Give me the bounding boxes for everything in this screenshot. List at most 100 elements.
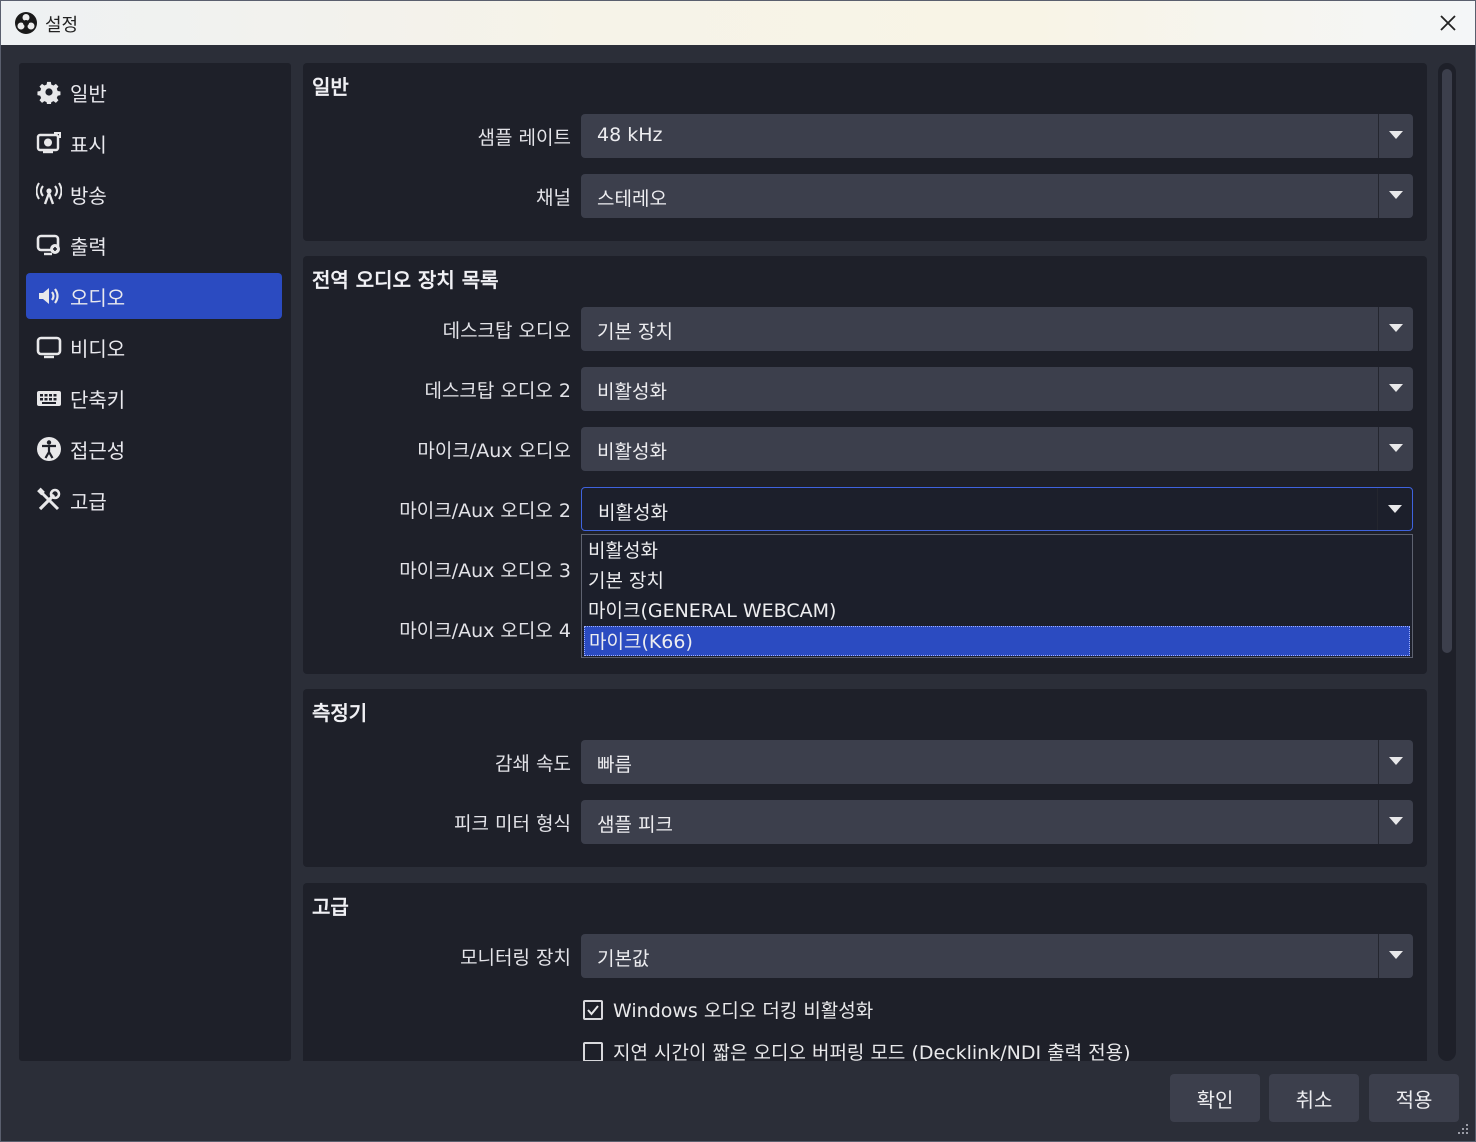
combo-separator xyxy=(1378,427,1379,471)
sample-rate-label: 샘플 레이트 xyxy=(477,127,571,149)
combo-value: 비활성화 xyxy=(598,502,668,524)
sidebar-item-stream[interactable]: 방송 xyxy=(26,171,282,217)
combo-value: 비활성화 xyxy=(597,441,667,463)
sidebar-item-audio[interactable]: 오디오 xyxy=(26,273,282,319)
group-title: 일반 xyxy=(312,75,349,99)
sidebar-item-label: 출력 xyxy=(70,234,107,259)
title-bar: 설정 xyxy=(1,1,1475,45)
combo-separator xyxy=(1378,740,1379,784)
checkbox-box[interactable] xyxy=(583,999,603,1020)
combo-separator xyxy=(1378,307,1379,351)
decay-rate-select[interactable]: 빠름 xyxy=(581,740,1413,784)
dropdown-option-selected[interactable]: 마이크(K66) xyxy=(584,626,1410,656)
sidebar-item-label: 오디오 xyxy=(70,285,126,310)
checkbox-label: Windows 오디오 더킹 비활성화 xyxy=(613,1000,874,1022)
dropdown-option[interactable]: 기본 장치 xyxy=(584,566,1410,596)
group-title: 측정기 xyxy=(312,701,368,725)
combo-value: 비활성화 xyxy=(597,381,667,403)
mic-aux-select[interactable]: 비활성화 xyxy=(581,427,1413,471)
sidebar-item-general[interactable]: 일반 xyxy=(26,69,282,115)
vertical-scrollbar[interactable] xyxy=(1438,63,1456,1061)
group-title: 고급 xyxy=(312,895,349,919)
checkmark-icon xyxy=(587,1004,599,1016)
checkbox-box[interactable] xyxy=(583,1041,603,1061)
peak-meter-label: 피크 미터 형식 xyxy=(454,813,571,835)
mic-aux-2-select[interactable]: 비활성화 xyxy=(581,487,1413,531)
desktop-audio-select[interactable]: 기본 장치 xyxy=(581,307,1413,351)
general-group: 일반 샘플 레이트 48 kHz 채널 스테레오 xyxy=(303,63,1427,241)
combo-value: 기본 장치 xyxy=(597,321,673,343)
desktop-audio-label: 데스크탑 오디오 xyxy=(442,320,571,342)
antenna-icon xyxy=(34,179,64,209)
combo-value: 빠름 xyxy=(597,754,632,776)
mic-aux-label: 마이크/Aux 오디오 xyxy=(417,440,571,462)
monitoring-device-label: 모니터링 장치 xyxy=(460,947,571,969)
sidebar-item-label: 표시 xyxy=(70,132,107,157)
meters-group: 측정기 감쇄 속도 빠름 피크 미터 형식 샘플 피크 xyxy=(303,689,1427,867)
low-latency-buffering-checkbox[interactable]: 지연 시간이 짧은 오디오 버퍼링 모드 (Decklink/NDI 출력 전용… xyxy=(583,1038,1130,1061)
mic-aux-2-label: 마이크/Aux 오디오 2 xyxy=(399,500,571,522)
cancel-button[interactable]: 취소 xyxy=(1269,1074,1359,1122)
settings-sidebar: 일반 표시 방송 출력 오디오 비디오 단축키 접근성 고급 xyxy=(19,63,291,1061)
peak-meter-select[interactable]: 샘플 피크 xyxy=(581,800,1413,844)
sample-rate-select[interactable]: 48 kHz xyxy=(581,114,1413,158)
channels-select[interactable]: 스테레오 xyxy=(581,174,1413,218)
sidebar-item-label: 방송 xyxy=(70,183,107,208)
disable-ducking-checkbox[interactable]: Windows 오디오 더킹 비활성화 xyxy=(583,996,873,1023)
desktop-audio-2-select[interactable]: 비활성화 xyxy=(581,367,1413,411)
dropdown-option[interactable]: 비활성화 xyxy=(584,536,1410,566)
sidebar-item-hotkeys[interactable]: 단축키 xyxy=(26,375,282,421)
combo-separator xyxy=(1378,934,1379,978)
gear-icon xyxy=(34,77,64,107)
close-button[interactable] xyxy=(1431,7,1465,39)
settings-window: 설정 일반 표시 방송 출력 오디오 비디오 단축키 접근성 고급 일반 샘플 … xyxy=(0,0,1476,1142)
resize-grip-icon[interactable] xyxy=(1457,1123,1469,1135)
channels-label: 채널 xyxy=(536,187,571,209)
close-icon xyxy=(1440,15,1456,31)
mic-aux-3-label: 마이크/Aux 오디오 3 xyxy=(399,560,571,582)
combo-separator xyxy=(1378,174,1379,218)
accessibility-icon xyxy=(34,434,64,464)
sidebar-item-output[interactable]: 출력 xyxy=(26,222,282,268)
combo-value: 기본값 xyxy=(597,948,650,970)
window-title: 설정 xyxy=(45,15,79,36)
mic-aux-2-dropdown-list: 비활성화 기본 장치 마이크(GENERAL WEBCAM) 마이크(K66) xyxy=(581,534,1413,658)
checkbox-label: 지연 시간이 짧은 오디오 버퍼링 모드 (Decklink/NDI 출력 전용… xyxy=(613,1042,1131,1061)
combo-separator xyxy=(1377,488,1378,530)
combo-value: 샘플 피크 xyxy=(597,814,673,836)
chevron-down-icon xyxy=(1389,131,1403,139)
output-icon xyxy=(34,230,64,260)
group-title: 전역 오디오 장치 목록 xyxy=(312,268,499,292)
scrollbar-thumb[interactable] xyxy=(1442,69,1452,653)
chevron-down-icon xyxy=(1389,951,1403,959)
chevron-down-icon xyxy=(1389,324,1403,332)
keyboard-icon xyxy=(34,383,64,413)
speaker-icon xyxy=(34,281,64,311)
sidebar-item-advanced[interactable]: 고급 xyxy=(26,477,282,523)
tools-icon xyxy=(34,485,64,515)
sidebar-item-label: 단축키 xyxy=(70,387,126,412)
sidebar-item-display[interactable]: 표시 xyxy=(26,120,282,166)
sidebar-item-video[interactable]: 비디오 xyxy=(26,324,282,370)
sidebar-item-accessibility[interactable]: 접근성 xyxy=(26,426,282,472)
chevron-down-icon xyxy=(1389,191,1403,199)
sidebar-item-label: 일반 xyxy=(70,81,107,106)
advanced-group: 고급 모니터링 장치 기본값 Windows 오디오 더킹 비활성화 지연 시간… xyxy=(303,883,1427,1061)
desktop-audio-2-label: 데스크탑 오디오 2 xyxy=(424,380,571,402)
obs-logo-icon xyxy=(15,12,37,34)
combo-separator xyxy=(1378,367,1379,411)
apply-button[interactable]: 적용 xyxy=(1369,1074,1459,1122)
sidebar-item-label: 접근성 xyxy=(70,438,126,463)
combo-separator xyxy=(1378,800,1379,844)
sidebar-item-label: 고급 xyxy=(70,489,107,514)
chevron-down-icon xyxy=(1389,444,1403,452)
decay-rate-label: 감쇄 속도 xyxy=(495,753,571,775)
mic-aux-4-label: 마이크/Aux 오디오 4 xyxy=(399,620,571,642)
dropdown-option[interactable]: 마이크(GENERAL WEBCAM) xyxy=(584,596,1410,626)
chevron-down-icon xyxy=(1388,505,1402,513)
combo-separator xyxy=(1378,114,1379,158)
sidebar-item-label: 비디오 xyxy=(70,336,126,361)
monitoring-device-select[interactable]: 기본값 xyxy=(581,934,1413,978)
chevron-down-icon xyxy=(1389,757,1403,765)
ok-button[interactable]: 확인 xyxy=(1170,1074,1260,1122)
